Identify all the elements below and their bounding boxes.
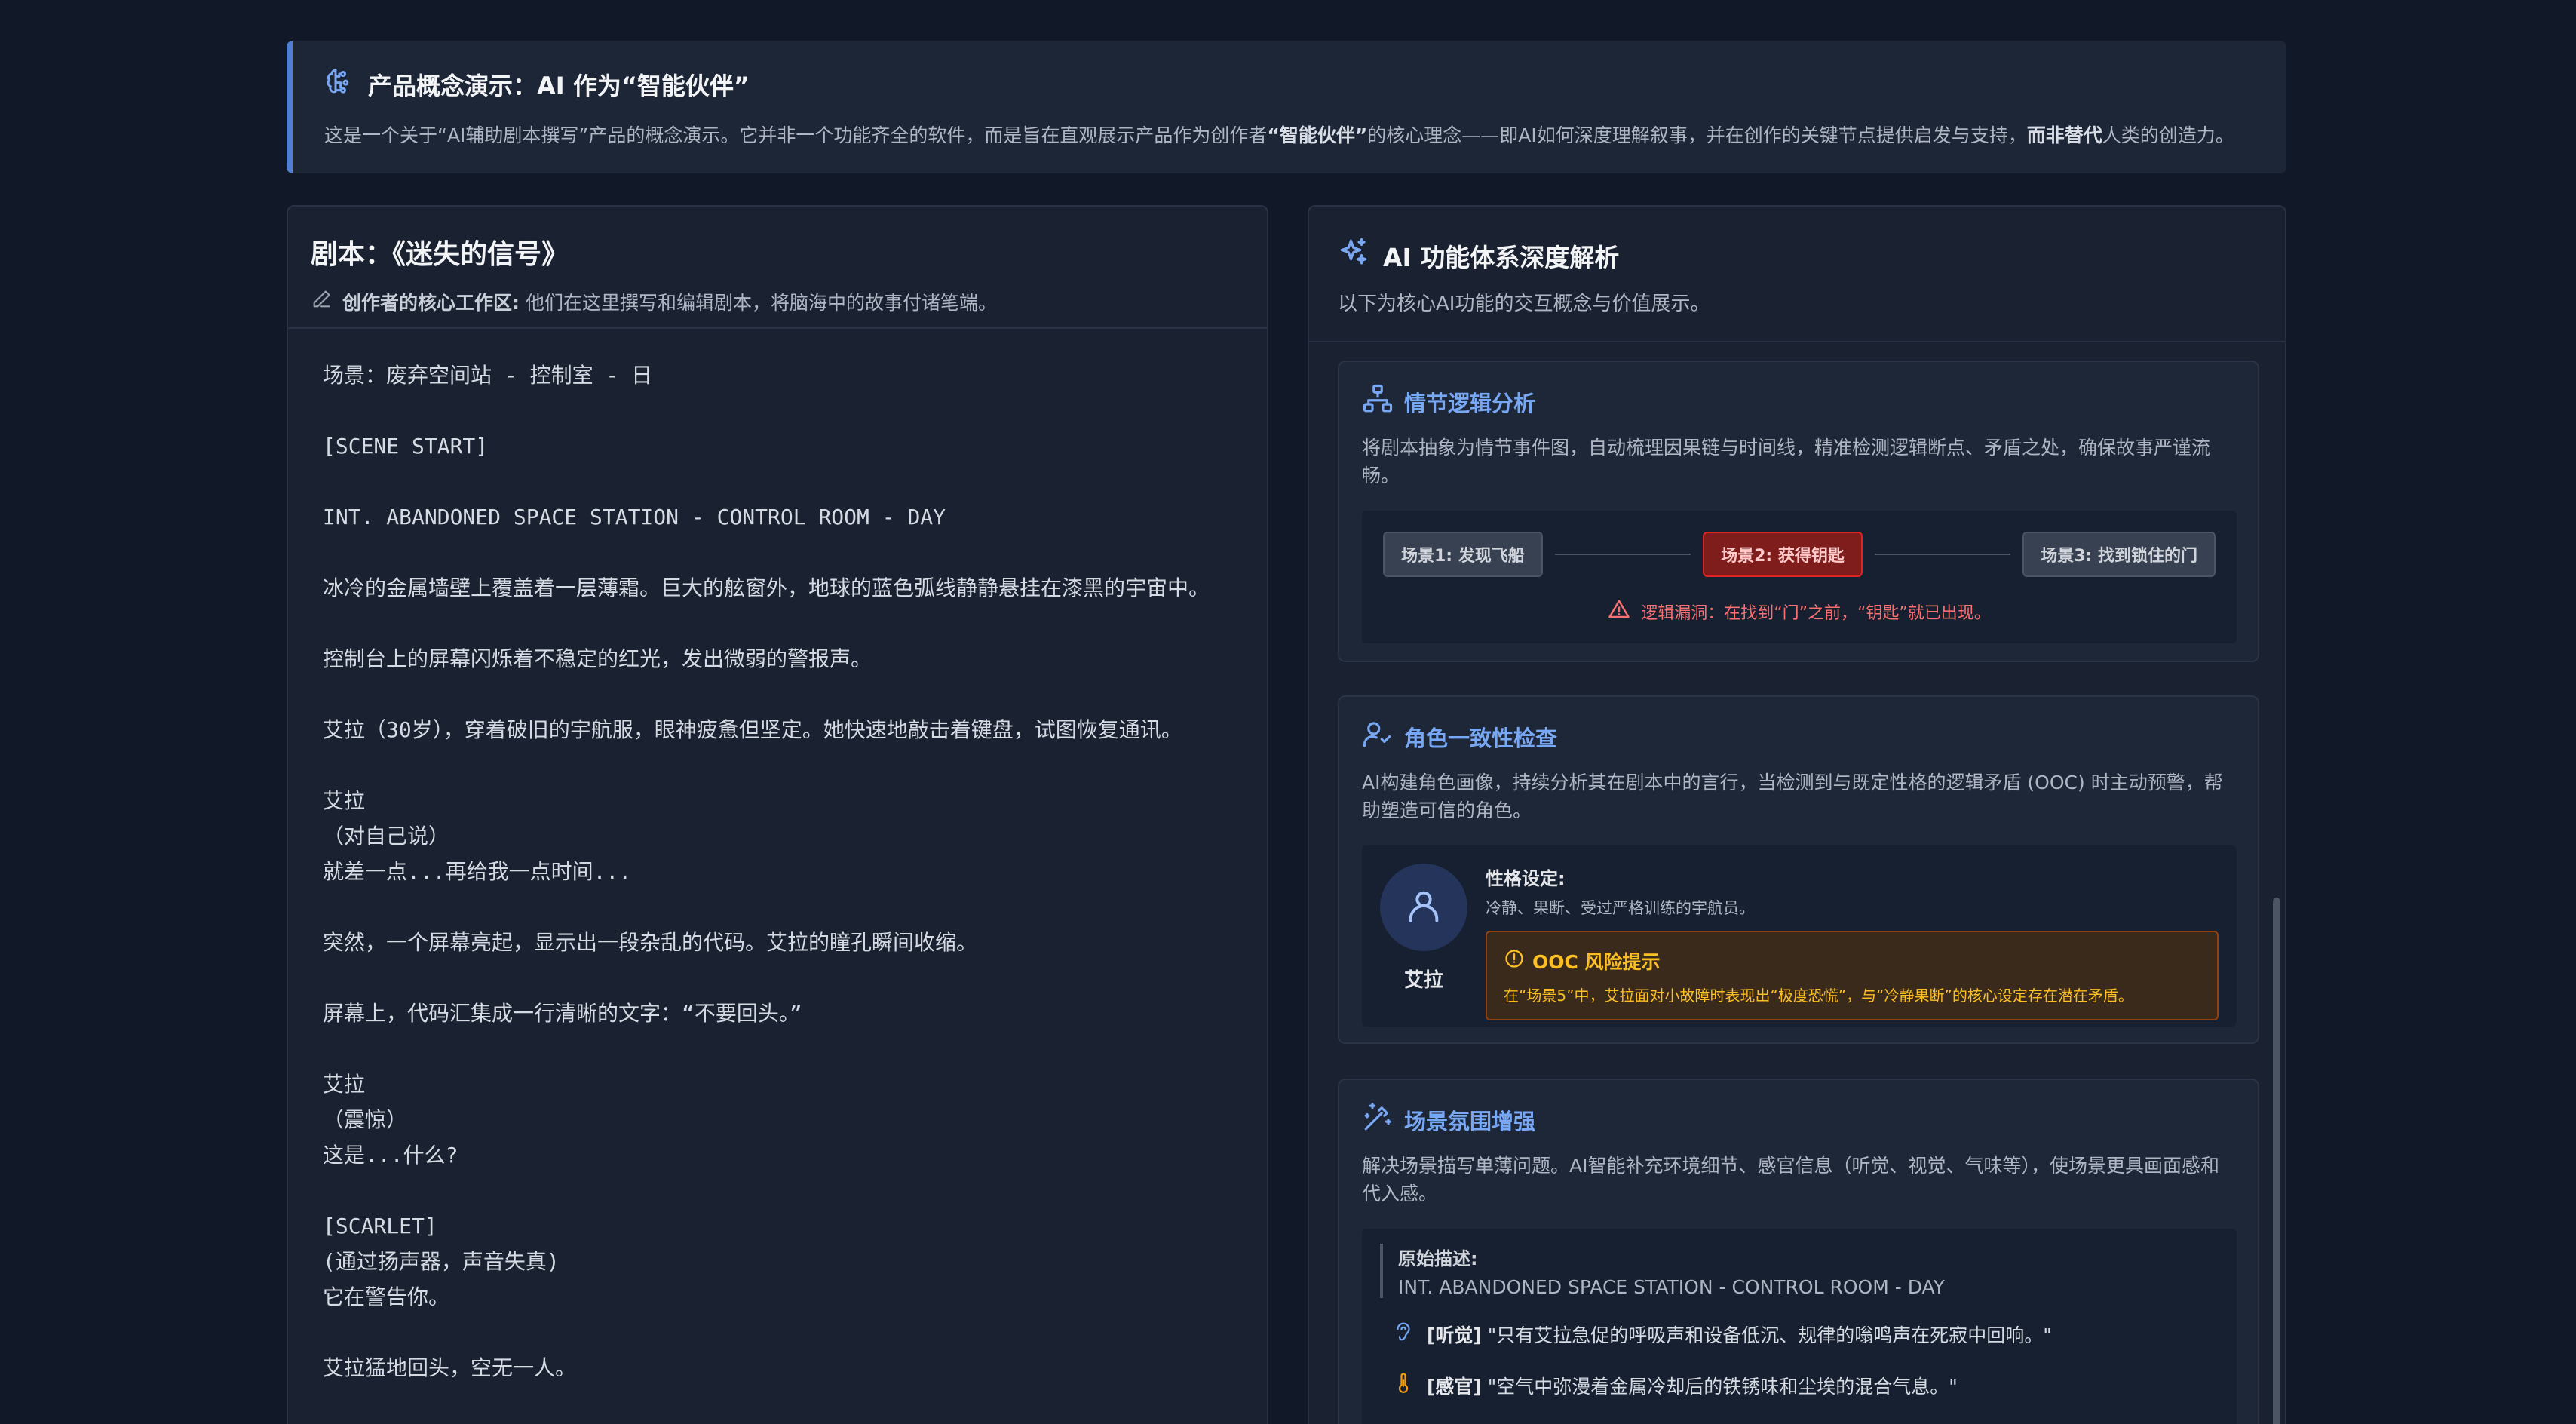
- concept-banner: 产品概念演示：AI 作为“智能伙伴” 这是一个关于“AI辅助剧本撰写”产品的概念…: [287, 41, 2286, 173]
- script-editor-panel: 剧本：《迷失的信号》 创作者的核心工作区: 他们在这里撰写和编辑剧本，将脑海中的…: [287, 205, 1268, 1424]
- script-line[interactable]: [323, 677, 1267, 712]
- original-text: INT. ABANDONED SPACE STATION - CONTROL R…: [1398, 1276, 1945, 1298]
- plot-connector: [1874, 554, 2011, 555]
- script-line[interactable]: [SCARLET]: [323, 1208, 1267, 1244]
- script-text-area[interactable]: 场景：废弃空间站 - 控制室 - 日 [SCENE START] INT. AB…: [288, 329, 1267, 1386]
- script-line[interactable]: [323, 464, 1267, 499]
- sparkles-icon: [1338, 237, 1369, 275]
- script-line[interactable]: [323, 606, 1267, 641]
- logic-gap-warning: 逻辑漏洞：在找到“门”之前，“钥匙”就已出现。: [1362, 577, 2237, 645]
- user-check-icon: [1362, 718, 1394, 755]
- ooc-title: OOC 风险提示: [1532, 951, 1661, 973]
- script-line[interactable]: [323, 747, 1267, 783]
- script-title: 剧本：《迷失的信号》: [311, 239, 569, 270]
- ai-panel-scrollbar[interactable]: [2273, 898, 2280, 1424]
- banner-description: 这是一个关于“AI辅助剧本撰写”产品的概念演示。它并非一个功能齐全的软件，而是旨…: [324, 124, 2234, 146]
- script-line[interactable]: 艾拉猛地回头，空无一人。: [323, 1350, 1267, 1386]
- character-consistency-card: 角色一致性检查 AI构建角色画像，持续分析其在剧本中的言行，当检测到与既定性格的…: [1338, 695, 2259, 1044]
- script-line[interactable]: [323, 1315, 1267, 1350]
- banner-title: 产品概念演示：AI 作为“智能伙伴”: [368, 72, 750, 100]
- script-line[interactable]: 冰冷的金属墙壁上覆盖着一层薄霜。巨大的舷窗外，地球的蓝色弧线静静悬挂在漆黑的宇宙…: [323, 570, 1267, 606]
- scene-atmosphere-card: 场景氛围增强 解决场景描写单薄问题。AI智能补充环境细节、感官信息（听觉、视觉、…: [1338, 1079, 2259, 1424]
- script-line[interactable]: [323, 393, 1267, 428]
- ai-features-panel: AI 功能体系深度解析 以下为核心AI功能的交互概念与价值展示。 情节逻辑分析 …: [1308, 205, 2286, 1424]
- plot-logic-card: 情节逻辑分析 将剧本抽象为情节事件图，自动梳理因果链与时间线，精准检测逻辑断点、…: [1338, 361, 2259, 662]
- ear-icon: [1392, 1321, 1415, 1348]
- script-line[interactable]: 艾拉: [323, 783, 1267, 818]
- character-check-description: AI构建角色画像，持续分析其在剧本中的言行，当检测到与既定性格的逻辑矛盾 (OO…: [1362, 772, 2223, 821]
- character-profile: 艾拉 性格设定: 冷静、果断、受过严格训练的宇航员。 OOC 风险提示 在“场景…: [1362, 846, 2237, 1027]
- character-check-title: 角色一致性检查: [1404, 725, 1558, 751]
- script-line[interactable]: 就差一点...再给我一点时间...: [323, 854, 1267, 889]
- alert-triangle-icon: [1608, 598, 1630, 625]
- thermometer-icon: [1392, 1372, 1415, 1399]
- trait-label: 性格设定:: [1486, 868, 1566, 889]
- script-line[interactable]: [323, 889, 1267, 925]
- atmosphere-example: 原始描述: INT. ABANDONED SPACE STATION - CON…: [1362, 1229, 2237, 1424]
- trait-text: 冷静、果断、受过严格训练的宇航员。: [1486, 899, 1755, 917]
- user-icon: [1404, 886, 1443, 928]
- script-line[interactable]: 突然，一个屏幕亮起，显示出一段杂乱的代码。艾拉的瞳孔瞬间收缩。: [323, 925, 1267, 960]
- atmosphere-description: 解决场景描写单薄问题。AI智能补充环境细节、感官信息（听觉、视觉、气味等），使场…: [1362, 1155, 2219, 1205]
- sensory-enhancement: [感官] "空气中弥漫着金属冷却后的铁锈味和尘埃的混合气息。": [1377, 1360, 2219, 1411]
- atmosphere-title: 场景氛围增强: [1404, 1108, 1536, 1134]
- script-line[interactable]: 控制台上的屏幕闪烁着不稳定的红光，发出微弱的警报声。: [323, 641, 1267, 677]
- pencil-icon: [311, 289, 332, 315]
- script-line[interactable]: 它在警告你。: [323, 1279, 1267, 1315]
- plot-connector: [1554, 554, 1691, 555]
- script-line[interactable]: [SCENE START]: [323, 428, 1267, 464]
- character-name: 艾拉: [1403, 969, 1443, 992]
- ooc-text: 在“场景5”中，艾拉面对小故障时表现出“极度恐慌”，与“冷静果断”的核心设定存在…: [1504, 987, 2133, 1005]
- script-line[interactable]: 场景：废弃空间站 - 控制室 - 日: [323, 358, 1267, 393]
- script-line[interactable]: （对自己说）: [323, 818, 1267, 854]
- alert-circle-icon: [1504, 948, 1525, 974]
- script-line[interactable]: 艾拉（30岁），穿着破旧的宇航服，眼神疲惫但坚定。她快速地敲击着键盘，试图恢复通…: [323, 712, 1267, 747]
- script-line[interactable]: (通过扬声器，声音失真): [323, 1244, 1267, 1279]
- script-header: 剧本：《迷失的信号》 创作者的核心工作区: 他们在这里撰写和编辑剧本，将脑海中的…: [288, 207, 1267, 329]
- script-line[interactable]: INT. ABANDONED SPACE STATION - CONTROL R…: [323, 499, 1267, 535]
- plot-node-scene-3[interactable]: 场景3: 找到锁住的门: [2022, 532, 2216, 577]
- script-subtitle: 创作者的核心工作区: 他们在这里撰写和编辑剧本，将脑海中的故事付诸笔端。: [311, 288, 1267, 315]
- banner-title-row: 产品概念演示：AI 作为“智能伙伴”: [324, 66, 2286, 103]
- plot-node-scene-2[interactable]: 场景2: 获得钥匙: [1703, 532, 1863, 577]
- ooc-alert: OOC 风险提示 在“场景5”中，艾拉面对小故障时表现出“极度恐慌”，与“冷静果…: [1486, 931, 2219, 1020]
- script-line[interactable]: [323, 1173, 1267, 1208]
- script-line[interactable]: 这是...什么?: [323, 1137, 1267, 1173]
- script-line[interactable]: 艾拉: [323, 1066, 1267, 1102]
- script-line[interactable]: [323, 1031, 1267, 1066]
- network-icon: [1362, 383, 1394, 420]
- original-label: 原始描述:: [1398, 1248, 1478, 1269]
- plot-node-scene-1[interactable]: 场景1: 发现飞船: [1383, 532, 1543, 577]
- ai-panel-title: AI 功能体系深度解析: [1383, 243, 1620, 272]
- plot-logic-title: 情节逻辑分析: [1404, 390, 1536, 416]
- script-line[interactable]: [323, 535, 1267, 570]
- script-line[interactable]: [323, 960, 1267, 996]
- magic-wand-icon: [1362, 1101, 1394, 1138]
- plot-logic-description: 将剧本抽象为情节事件图，自动梳理因果链与时间线，精准检测逻辑断点、矛盾之处，确保…: [1362, 437, 2211, 486]
- plot-event-graph: 场景1: 发现飞船 场景2: 获得钥匙 场景3: 找到锁住的门 逻辑漏洞：在找到…: [1362, 511, 2237, 643]
- hearing-enhancement: [听觉] "只有艾拉急促的呼吸声和设备低沉、规律的嗡鸣声在死寂中回响。": [1377, 1309, 2219, 1360]
- ai-panel-header: AI 功能体系深度解析 以下为核心AI功能的交互概念与价值展示。: [1309, 207, 2285, 342]
- brain-icon: [324, 66, 354, 103]
- script-line[interactable]: 屏幕上，代码汇集成一行清晰的文字：“不要回头。”: [323, 996, 1267, 1031]
- script-line[interactable]: （震惊）: [323, 1102, 1267, 1137]
- avatar: [1380, 864, 1467, 951]
- ai-panel-subtitle: 以下为核心AI功能的交互概念与价值展示。: [1338, 293, 1710, 315]
